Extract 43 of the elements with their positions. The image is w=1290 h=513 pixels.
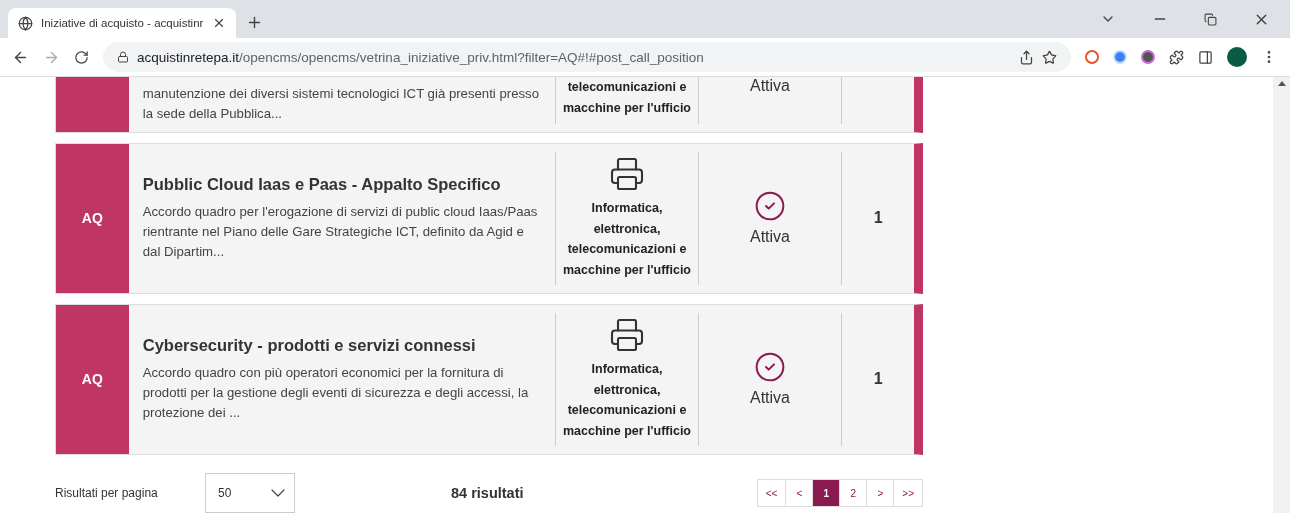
category-label: Informatica, elettronica, telecomunicazioni e macchine per l'ufficio bbox=[562, 361, 692, 440]
lock-icon bbox=[117, 51, 129, 63]
initiative-description: Accordo quadro con più operatori economici per la fornitura di prodotti per la gestione degli eventi di sicurezza e degli accessi, la protezione dei ... bbox=[142, 363, 530, 422]
initiative-description: manutenzione dei diversi sistemi tecnologici ICT già presenti presso la sede della Pubblica... bbox=[142, 85, 541, 124]
new-tab-icon[interactable] bbox=[246, 14, 263, 31]
scrollbar[interactable] bbox=[1273, 77, 1290, 513]
initiative-card[interactable]: manutenzione dei diversi sistemi tecnologici ICT già presenti presso la sede della Pubblica... telecomunicazioni e macchine per l'ufficio Attiva bbox=[55, 77, 923, 133]
type-badge: AQ bbox=[56, 143, 129, 293]
extension-icon[interactable] bbox=[1141, 50, 1155, 64]
count-value: 1 bbox=[873, 209, 883, 228]
category-label: Informatica, elettronica, telecomunicazioni e macchine per l'ufficio bbox=[562, 200, 692, 279]
page-button[interactable]: 1 bbox=[812, 480, 840, 506]
check-circle-icon bbox=[754, 351, 786, 384]
category-label: telecomunicazioni e macchine per l'ufficio bbox=[562, 79, 692, 117]
status-label: Attiva bbox=[750, 77, 790, 95]
initiative-description: Accordo quadro per l'erogazione di servizi di public cloud Iaas/Paas rientrante nel Piano delle Gare Strategiche ICT, definito da Agid e dal Dipartim... bbox=[142, 202, 539, 261]
type-badge: AQ bbox=[56, 304, 129, 454]
initiative-card[interactable] bbox=[55, 303, 923, 455]
restore-icon[interactable] bbox=[1204, 12, 1217, 26]
initiative-card[interactable] bbox=[55, 142, 923, 294]
initiative-title[interactable]: Pubblic Cloud Iaas e Paas - Appalto Specifico bbox=[142, 174, 542, 194]
browser-tab[interactable]: Iniziative di acquisto - acquistinr bbox=[8, 8, 236, 38]
reload-icon[interactable] bbox=[74, 49, 89, 65]
status-label: Attiva bbox=[750, 389, 790, 408]
status-label: Attiva bbox=[750, 228, 790, 247]
scroll-up-icon[interactable] bbox=[1277, 81, 1286, 86]
initiative-title[interactable]: Cybersecurity - prodotti e servizi connessi bbox=[142, 335, 542, 355]
extension-icon[interactable] bbox=[1085, 50, 1099, 64]
puzzle-icon[interactable] bbox=[1169, 49, 1184, 65]
side-panel-icon[interactable] bbox=[1198, 49, 1213, 65]
globe-icon bbox=[18, 15, 33, 31]
per-page-label: Risultati per pagina bbox=[55, 486, 159, 500]
star-icon[interactable] bbox=[1042, 49, 1057, 65]
address-bar[interactable]: acquistinretepa.it/opencms/opencms/vetrina_iniziative_priv.html?filter=AQ#!#post_call_position bbox=[103, 42, 1071, 72]
close-icon[interactable] bbox=[212, 16, 226, 30]
per-page-select[interactable]: 50 bbox=[205, 473, 295, 513]
share-icon[interactable] bbox=[1019, 49, 1034, 65]
printer-icon bbox=[609, 156, 645, 193]
results-count: 84 risultati bbox=[451, 485, 524, 501]
check-circle-icon bbox=[754, 190, 786, 223]
printer-icon bbox=[609, 317, 645, 354]
count-value: 1 bbox=[873, 370, 883, 389]
profile-avatar[interactable] bbox=[1227, 47, 1247, 67]
